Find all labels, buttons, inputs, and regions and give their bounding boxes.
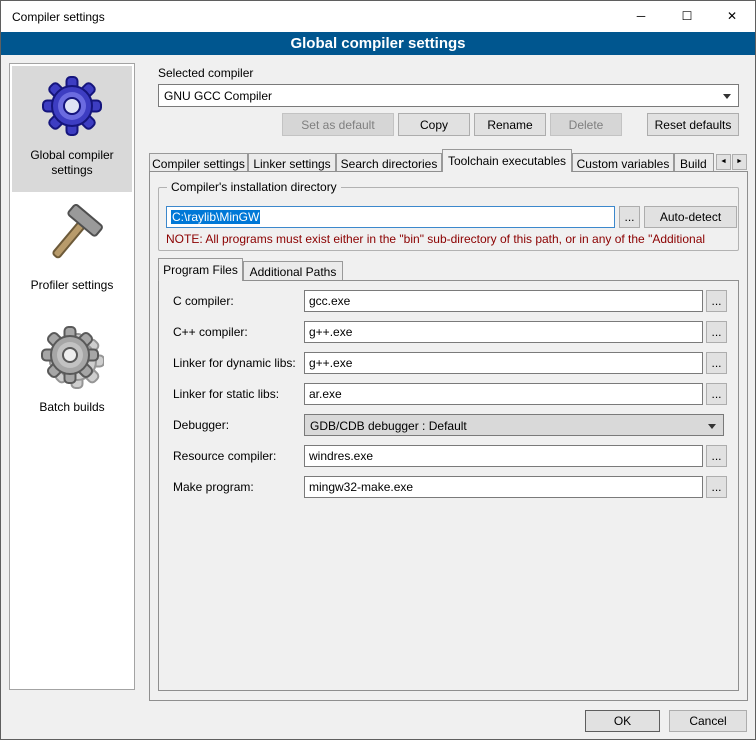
window-title: Compiler settings — [12, 10, 105, 24]
tab-toolchain-executables[interactable]: Toolchain executables — [442, 149, 572, 172]
subtab-program-files[interactable]: Program Files — [158, 258, 243, 281]
installation-directory-browse-button[interactable]: ... — [619, 206, 640, 228]
chevron-down-icon — [708, 424, 716, 433]
minimize-button[interactable]: ─ — [618, 1, 664, 32]
delete-button[interactable]: Delete — [550, 113, 622, 136]
c-compiler-input[interactable]: gcc.exe — [304, 290, 703, 312]
sidebar-item-label: Profiler settings — [12, 278, 132, 293]
make-program-input[interactable]: mingw32-make.exe — [304, 476, 703, 498]
selected-compiler-dropdown[interactable]: GNU GCC Compiler — [158, 84, 739, 107]
installation-directory-group-title: Compiler's installation directory — [167, 180, 341, 194]
tab-scroll-left-icon[interactable]: ◄ — [716, 154, 731, 170]
chevron-down-icon — [723, 94, 731, 103]
linker-dynamic-value: g++.exe — [309, 356, 352, 370]
tab-search-directories[interactable]: Search directories — [336, 153, 442, 171]
debugger-value: GDB/CDB debugger : Default — [310, 419, 467, 433]
tab-build-options[interactable]: Build — [674, 153, 714, 171]
ok-button[interactable]: OK — [585, 710, 660, 732]
linker-static-browse-button[interactable]: ... — [706, 383, 727, 405]
sidebar-item-batch-builds[interactable]: Batch builds — [12, 318, 132, 436]
debugger-label: Debugger: — [173, 418, 229, 432]
resource-compiler-value: windres.exe — [309, 449, 373, 463]
subtab-additional-paths[interactable]: Additional Paths — [243, 261, 343, 281]
make-program-value: mingw32-make.exe — [309, 480, 413, 494]
set-as-default-button[interactable]: Set as default — [282, 113, 394, 136]
auto-detect-button[interactable]: Auto-detect — [644, 206, 737, 228]
maximize-button[interactable]: ☐ — [664, 1, 710, 32]
c-compiler-label: C compiler: — [173, 294, 234, 308]
installation-directory-input[interactable]: C:\raylib\MinGW — [166, 206, 615, 228]
linker-static-value: ar.exe — [309, 387, 342, 401]
dialog-header-title: Global compiler settings — [1, 32, 755, 55]
cpp-compiler-browse-button[interactable]: ... — [706, 321, 727, 343]
installation-directory-value: C:\raylib\MinGW — [171, 210, 260, 224]
tab-linker-settings[interactable]: Linker settings — [248, 153, 336, 171]
linker-dynamic-input[interactable]: g++.exe — [304, 352, 703, 374]
sidebar-item-profiler-settings[interactable]: Profiler settings — [12, 196, 132, 314]
resource-compiler-input[interactable]: windres.exe — [304, 445, 703, 467]
rename-button[interactable]: Rename — [474, 113, 546, 136]
resource-compiler-label: Resource compiler: — [173, 449, 276, 463]
linker-dynamic-browse-button[interactable]: ... — [706, 352, 727, 374]
programs-note: NOTE: All programs must exist either in … — [166, 232, 738, 246]
make-program-browse-button[interactable]: ... — [706, 476, 727, 498]
tab-custom-variables[interactable]: Custom variables — [572, 153, 674, 171]
sidebar-item-label: Global compiler settings — [12, 148, 132, 178]
linker-static-input[interactable]: ar.exe — [304, 383, 703, 405]
debugger-dropdown[interactable]: GDB/CDB debugger : Default — [304, 414, 724, 436]
gray-gear-icon — [40, 326, 104, 390]
resource-compiler-browse-button[interactable]: ... — [706, 445, 727, 467]
selected-compiler-label: Selected compiler — [158, 66, 253, 80]
cpp-compiler-value: g++.exe — [309, 325, 352, 339]
sidebar-item-label: Batch builds — [12, 400, 132, 415]
tab-scroll-right-icon[interactable]: ► — [732, 154, 747, 170]
gear-icon — [40, 74, 104, 138]
c-compiler-value: gcc.exe — [309, 294, 350, 308]
cpp-compiler-input[interactable]: g++.exe — [304, 321, 703, 343]
sidebar-item-global-compiler-settings[interactable]: Global compiler settings — [12, 66, 132, 192]
linker-dynamic-label: Linker for dynamic libs: — [173, 356, 296, 370]
tab-compiler-settings[interactable]: Compiler settings — [149, 153, 248, 171]
linker-static-label: Linker for static libs: — [173, 387, 279, 401]
close-button[interactable]: ✕ — [709, 1, 755, 32]
cpp-compiler-label: C++ compiler: — [173, 325, 248, 339]
selected-compiler-value: GNU GCC Compiler — [164, 89, 272, 103]
copy-button[interactable]: Copy — [398, 113, 470, 136]
make-program-label: Make program: — [173, 480, 254, 494]
profiler-hammer-icon — [40, 204, 104, 268]
c-compiler-browse-button[interactable]: ... — [706, 290, 727, 312]
reset-defaults-button[interactable]: Reset defaults — [647, 113, 739, 136]
settings-category-sidebar: Global compiler settings Profiler settin… — [9, 63, 135, 690]
cancel-button[interactable]: Cancel — [669, 710, 747, 732]
compiler-settings-dialog: Compiler settings ─ ☐ ✕ Global compiler … — [0, 0, 756, 740]
